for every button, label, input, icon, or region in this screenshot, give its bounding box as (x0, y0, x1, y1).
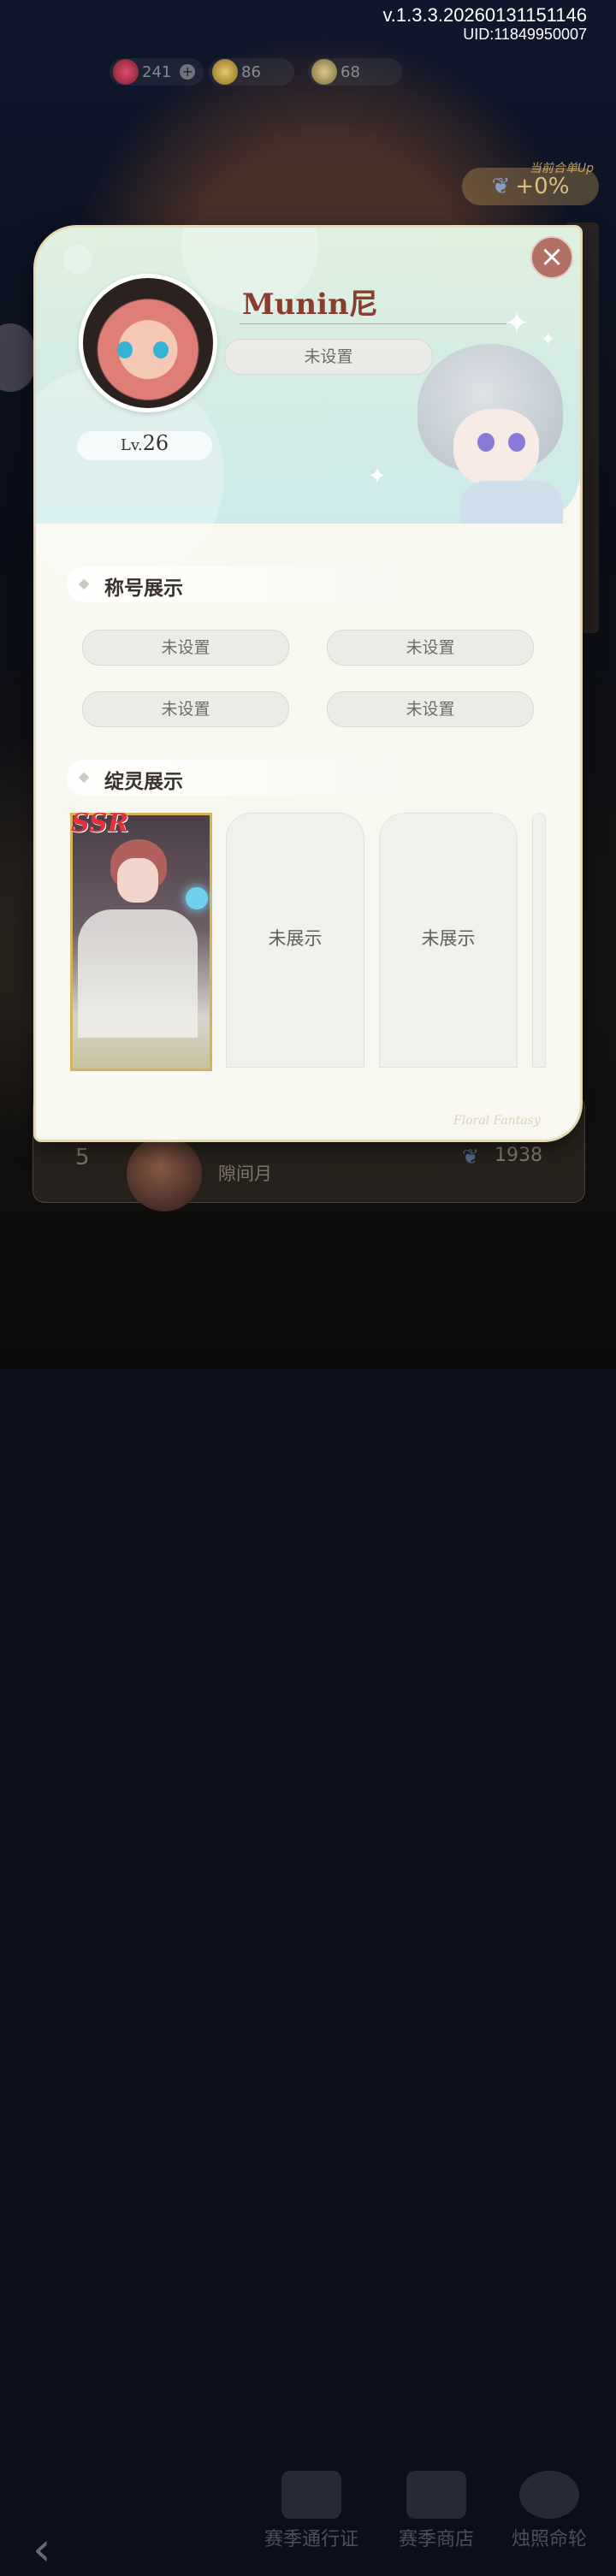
close-icon: × (539, 240, 565, 274)
butterfly-icon: ❦ (462, 1145, 480, 1169)
title-slot[interactable]: 未设置 (327, 630, 534, 666)
butterfly-icon: ❦ (491, 174, 511, 199)
coin-icon (212, 59, 238, 85)
title-slot[interactable]: 未设置 (82, 630, 289, 666)
version-text: v.1.3.3.20260131151146 (382, 4, 587, 26)
leaderboard-avatar (127, 1136, 202, 1211)
name-divider (240, 323, 506, 324)
diamond-bullet-icon: ◆ (79, 768, 90, 785)
uid-text: UID:11849950007 (463, 26, 587, 43)
titles-section-header: ◆ 称号展示 (67, 566, 409, 602)
spirit-card-empty[interactable]: 未展示 (379, 813, 518, 1068)
profile-title-slot[interactable]: 未设置 (224, 339, 433, 375)
avatar-eye (153, 341, 169, 358)
spirit-card-empty[interactable]: 未展示 (226, 813, 364, 1068)
spirit-card[interactable]: SSR (70, 808, 212, 1071)
rarity-badge: SSR (71, 808, 129, 838)
diamond-counter: 241 + (110, 58, 204, 86)
sparkle-icon: ✦ (541, 329, 555, 349)
watermark: Floral Fantasy (453, 1114, 541, 1128)
scroll-icon (281, 2471, 341, 2519)
close-button[interactable]: × (530, 236, 573, 279)
leaderboard-rank: 5 (75, 1145, 90, 1170)
decor-circle (63, 245, 92, 274)
diamond-icon (113, 59, 139, 85)
leaderboard-name: 隙间月 (218, 1164, 272, 1184)
leaderboard-score: 1938 (495, 1145, 542, 1166)
boost-badge[interactable]: 当前合单Up ❦ +0% (462, 162, 599, 205)
compass-icon (519, 2471, 579, 2519)
back-arrow-icon[interactable]: ‹ (33, 2522, 51, 2576)
chibi-character (409, 344, 580, 524)
side-menu-button[interactable] (0, 323, 34, 392)
coin-counter: 86 (209, 58, 294, 86)
star-coin-icon (311, 59, 337, 85)
nav-season-pass[interactable]: 赛季通行证 (253, 2471, 370, 2551)
nav-fate-wheel[interactable]: 烛照命轮 (496, 2471, 602, 2551)
star-counter: 68 (308, 58, 402, 86)
avatar-eye (117, 341, 133, 358)
spirits-section-header: ◆ 绽灵展示 (67, 760, 409, 796)
level-badge: Lv.26 (77, 431, 212, 460)
shop-icon (406, 2471, 466, 2519)
avatar[interactable] (79, 274, 217, 412)
bottom-nav: ‹ 赛季通行证 赛季商店 烛照命轮 (0, 1232, 616, 2576)
diamond-bullet-icon: ◆ (79, 575, 90, 591)
sparkle-icon: ✦ (368, 464, 387, 489)
nav-season-shop[interactable]: 赛季商店 (383, 2471, 489, 2551)
add-diamond-button[interactable]: + (180, 64, 196, 80)
title-slot[interactable]: 未设置 (327, 691, 534, 727)
title-slot[interactable]: 未设置 (82, 691, 289, 727)
version-info: v.1.3.3.20260131151146 UID:11849950007 (382, 5, 587, 44)
spirit-card-partial[interactable] (532, 813, 546, 1068)
sparkle-icon: ✦ (505, 306, 530, 341)
user-name: Munin尼 (242, 287, 378, 322)
